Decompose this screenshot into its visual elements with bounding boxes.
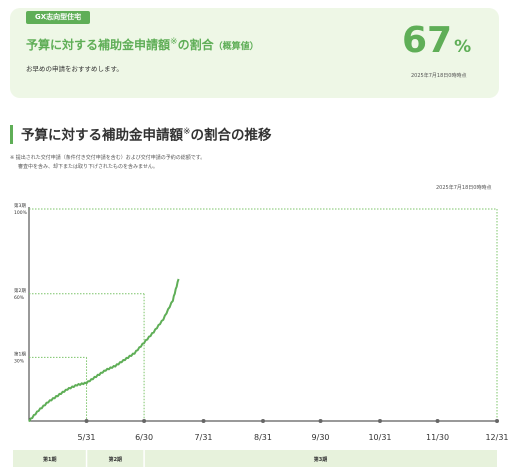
x-tick-label-6: 10/31 — [368, 433, 391, 442]
x-tick-dot-8 — [495, 419, 499, 423]
phase-label-3: 第3期 — [314, 456, 327, 463]
x-tick-label-5: 9/30 — [312, 433, 330, 442]
x-tick-dot-3 — [201, 419, 206, 423]
x-tick-label-1: 5/31 — [78, 433, 96, 442]
milestone-phase-label-1: 第1期 — [14, 350, 26, 357]
x-tick-dot-4 — [261, 419, 265, 423]
x-tick-label-8: 12/31 — [485, 433, 508, 442]
x-tick-dot-7 — [435, 419, 440, 423]
x-tick-dot-6 — [378, 419, 382, 423]
milestone-phase-label-2: 第2期 — [14, 287, 26, 294]
phase-label-2: 第2期 — [109, 456, 122, 463]
x-tick-label-2: 6/30 — [135, 433, 153, 442]
milestone-value-label-2: 60% — [14, 295, 25, 301]
x-tick-dot-1 — [84, 419, 89, 423]
x-tick-label-4: 8/31 — [254, 433, 272, 442]
phase-label-1: 第1期 — [43, 456, 56, 463]
x-tick-label-7: 11/30 — [426, 433, 449, 442]
x-tick-dot-2 — [142, 419, 147, 423]
milestone-value-label-1: 30% — [14, 358, 25, 364]
milestone-phase-label-3: 第3期 — [14, 202, 26, 209]
x-tick-dot-5 — [318, 419, 323, 423]
milestone-value-label-3: 100% — [14, 210, 28, 216]
series-line — [28, 278, 180, 423]
phase-bar — [13, 450, 497, 467]
x-tick-label-3: 7/31 — [195, 433, 213, 442]
progress-chart: 第1期30%第2期60%第3期100%5/31 6/30 7/31 8/31 9/30 1… — [13, 202, 509, 467]
